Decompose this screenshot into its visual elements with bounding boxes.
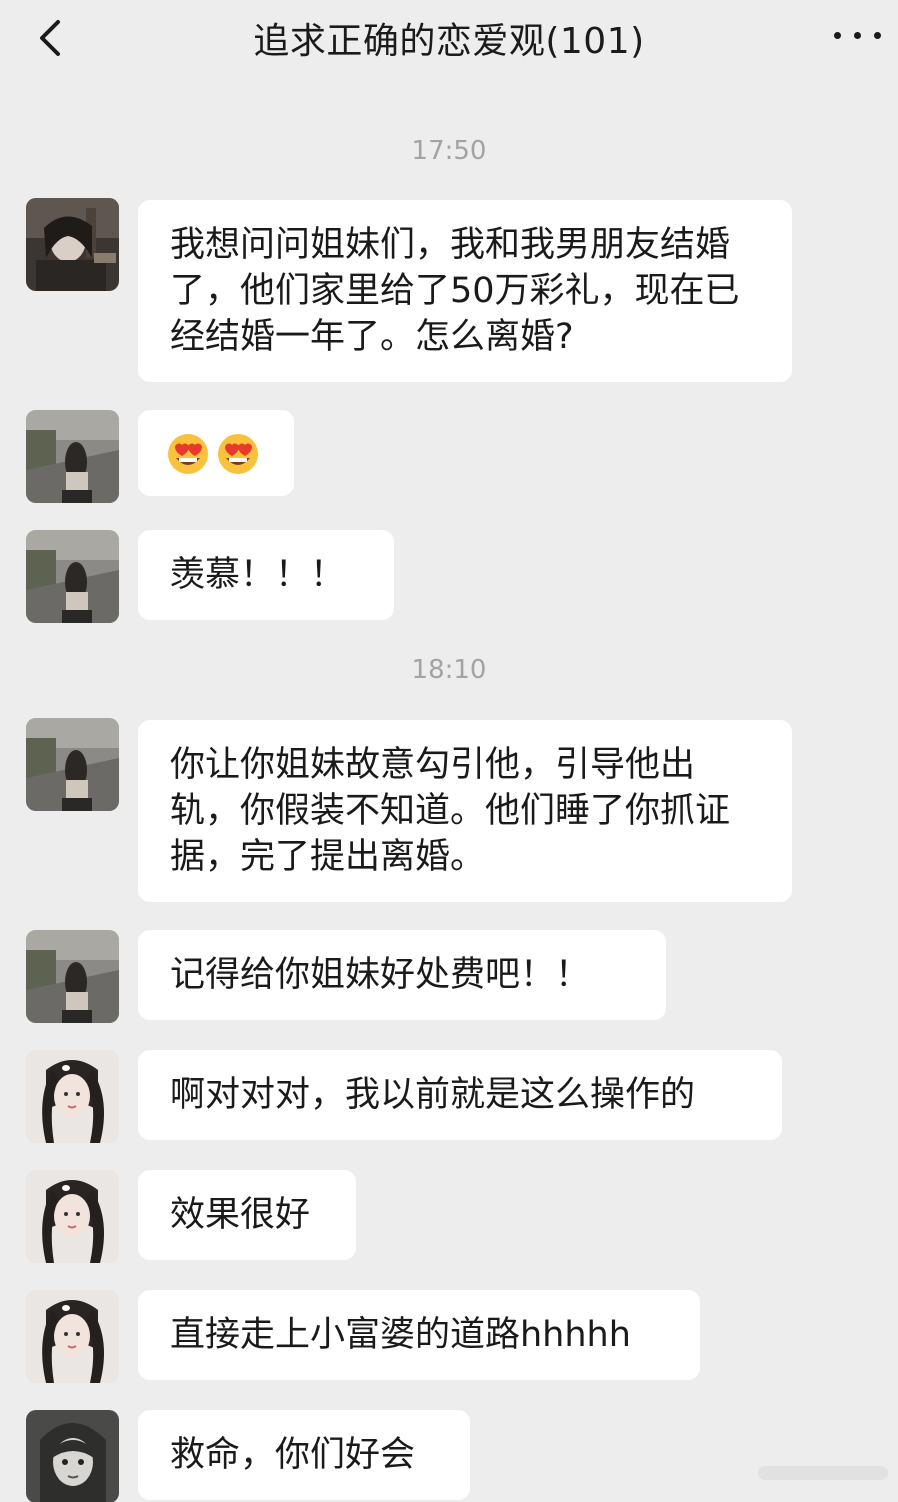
heart-eyes-face-icon	[168, 434, 208, 474]
avatar[interactable]	[26, 930, 119, 1023]
avatar-dark-woman-icon	[26, 198, 119, 291]
chat-title: 追求正确的恋爱观(101)	[253, 21, 645, 62]
message-text: 效果很好	[170, 1195, 311, 1235]
avatar-street-girl-icon	[26, 530, 119, 623]
message-text: 羡慕！！！	[170, 555, 346, 595]
watermark-logo	[758, 1466, 888, 1480]
message-bubble: 效果很好	[138, 1170, 356, 1260]
avatar[interactable]	[26, 1170, 119, 1263]
more-dot	[854, 32, 861, 39]
message-bubble: 直接走上小富婆的道路hhhhh	[138, 1290, 700, 1380]
message-text: 记得给你姐妹好处费吧！！	[170, 955, 591, 995]
avatar[interactable]	[26, 718, 119, 811]
avatar[interactable]	[26, 410, 119, 503]
avatar[interactable]	[26, 1410, 119, 1502]
avatar-pigtail-girl-icon	[26, 1290, 119, 1383]
avatar-street-girl-icon	[26, 930, 119, 1023]
avatar-pigtail-girl-icon	[26, 1170, 119, 1263]
avatar[interactable]	[26, 1290, 119, 1383]
more-button[interactable]	[826, 14, 890, 54]
message-bubble: 记得给你姐妹好处费吧！！	[138, 930, 666, 1020]
message-bubble: 救命，你们好会	[138, 1410, 470, 1500]
avatar-street-girl-icon	[26, 410, 119, 503]
chat-header: 追求正确的恋爱观(101)	[0, 0, 898, 74]
avatar[interactable]	[26, 1050, 119, 1143]
avatar-pigtail-girl-icon	[26, 1050, 119, 1143]
avatar-street-girl-icon	[26, 718, 119, 811]
message-bubble: 你让你姐妹故意勾引他，引导他出轨，你假装不知道。他们睡了你抓证据，完了提出离婚。	[138, 720, 792, 902]
timestamp: 18:10	[411, 655, 487, 685]
avatar[interactable]	[26, 530, 119, 623]
message-bubble	[138, 410, 294, 496]
avatar-anime-girl-icon	[26, 1410, 119, 1502]
message-bubble: 我想问问姐妹们，我和我男朋友结婚了，他们家里给了50万彩礼，现在已经结婚一年了。…	[138, 200, 792, 382]
message-text: 救命，你们好会	[170, 1435, 416, 1475]
message-text: 你让你姐妹故意勾引他，引导他出轨，你假装不知道。他们睡了你抓证据，完了提出离婚。	[170, 745, 731, 877]
heart-eyes-face-icon	[218, 434, 258, 474]
back-button[interactable]	[28, 8, 78, 64]
message-bubble: 啊对对对，我以前就是这么操作的	[138, 1050, 782, 1140]
chevron-left-icon	[40, 20, 60, 56]
message-text: 直接走上小富婆的道路hhhhh	[170, 1315, 631, 1355]
chat-screen: 追求正确的恋爱观(101) 17:50 我想问问姐妹们，我和我男朋友结婚了，他们…	[0, 0, 898, 1502]
more-horizontal-icon	[834, 32, 841, 39]
message-bubble: 羡慕！！！	[138, 530, 394, 620]
message-text: 我想问问姐妹们，我和我男朋友结婚了，他们家里给了50万彩礼，现在已经结婚一年了。…	[170, 225, 740, 357]
timestamp: 17:50	[411, 136, 487, 166]
message-text: 啊对对对，我以前就是这么操作的	[170, 1075, 696, 1115]
avatar[interactable]	[26, 198, 119, 291]
more-dot	[874, 32, 881, 39]
